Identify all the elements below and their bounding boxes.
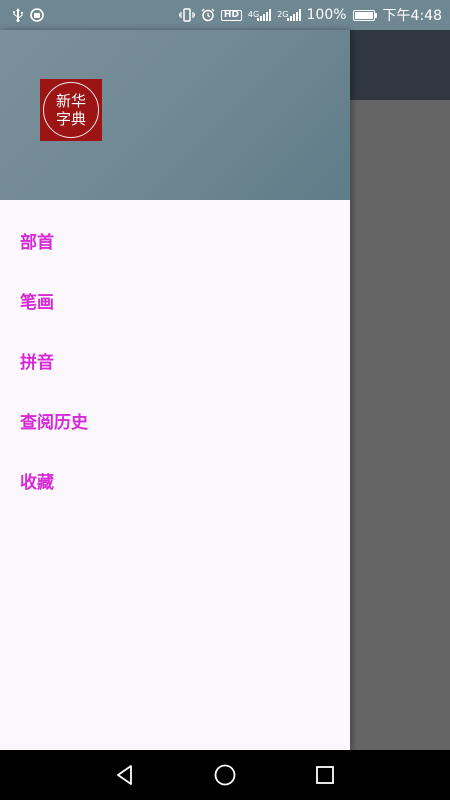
signal-4g-icon: 4G bbox=[248, 9, 272, 21]
status-bar: HD 4G 2G 100% 下午4:48 bbox=[0, 0, 450, 30]
battery-percent: 100% bbox=[306, 7, 347, 23]
status-left-icons bbox=[12, 8, 44, 22]
menu-item-favorites[interactable]: 收藏 bbox=[0, 450, 350, 510]
usb-icon bbox=[12, 8, 24, 22]
drawer-header: 新华 字典 bbox=[0, 30, 350, 200]
android-debug-icon bbox=[30, 8, 44, 22]
menu-item-strokes[interactable]: 笔画 bbox=[0, 270, 350, 330]
logo-line-1: 新华 bbox=[55, 92, 86, 110]
recents-square-icon[interactable] bbox=[311, 761, 339, 789]
hd-icon: HD bbox=[220, 9, 242, 21]
signal-2g-icon: 2G bbox=[277, 9, 301, 21]
navigation-drawer: 新华 字典 部首 笔画 拼音 查阅历史 收藏 bbox=[0, 30, 350, 750]
app-logo: 新华 字典 bbox=[40, 79, 102, 141]
back-triangle-icon[interactable] bbox=[111, 761, 139, 789]
drawer-menu: 部首 笔画 拼音 查阅历史 收藏 bbox=[0, 200, 350, 510]
status-right-icons: HD 4G 2G 100% 下午4:48 bbox=[178, 5, 442, 25]
battery-icon bbox=[352, 9, 377, 21]
menu-item-history[interactable]: 查阅历史 bbox=[0, 390, 350, 450]
logo-line-2: 字典 bbox=[55, 110, 86, 128]
menu-item-radical[interactable]: 部首 bbox=[0, 210, 350, 270]
alarm-icon bbox=[201, 8, 215, 22]
clock-time: 下午4:48 bbox=[382, 8, 442, 24]
home-circle-icon[interactable] bbox=[211, 761, 239, 789]
logo-seal: 新华 字典 bbox=[43, 82, 99, 138]
system-nav-bar bbox=[0, 750, 450, 800]
vibrate-icon bbox=[178, 8, 195, 22]
menu-item-pinyin[interactable]: 拼音 bbox=[0, 330, 350, 390]
battery-fill bbox=[354, 11, 373, 19]
